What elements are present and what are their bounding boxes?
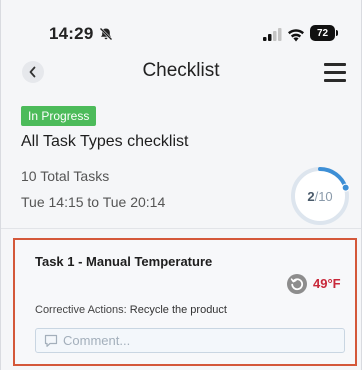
battery-level: 72 <box>316 27 329 39</box>
history-icon[interactable] <box>287 274 307 294</box>
task-title: Task 1 - Manual Temperature <box>35 254 213 269</box>
comment-placeholder: Comment... <box>63 333 131 348</box>
wifi-icon <box>288 29 304 42</box>
battery-icon: 72 <box>310 25 339 41</box>
comment-icon <box>44 334 58 347</box>
task-card[interactable]: Task 1 - Manual Temperature 49°F Correct… <box>13 238 357 366</box>
status-time: 14:29 <box>49 24 94 43</box>
temperature-reading: 49°F <box>313 276 341 291</box>
bell-slash-icon <box>99 27 113 41</box>
divider <box>1 228 361 229</box>
progress-text: 2/10 <box>289 165 351 227</box>
progress-total: 10 <box>318 188 333 204</box>
page-title: Checklist <box>142 60 220 81</box>
total-tasks: 10 Total Tasks <box>21 168 110 184</box>
corrective-actions: Corrective Actions: Recycle the product <box>35 304 227 316</box>
signal-icon <box>263 28 282 41</box>
status-badge: In Progress <box>21 106 97 126</box>
menu-icon <box>324 63 346 66</box>
corrective-actions-label: Corrective Actions: <box>35 304 127 316</box>
menu-button[interactable] <box>324 63 346 83</box>
checklist-name: All Task Types checklist <box>21 133 189 150</box>
progress-completed: 2 <box>307 188 315 204</box>
status-bar: 14:29 72 <box>1 0 361 52</box>
time-range: Tue 14:15 to Tue 20:14 <box>21 194 166 210</box>
corrective-actions-value: Recycle the product <box>129 304 227 316</box>
comment-input[interactable]: Comment... <box>35 328 345 353</box>
app-screen: 14:29 72 Checklist In Progress All Task … <box>0 0 362 370</box>
